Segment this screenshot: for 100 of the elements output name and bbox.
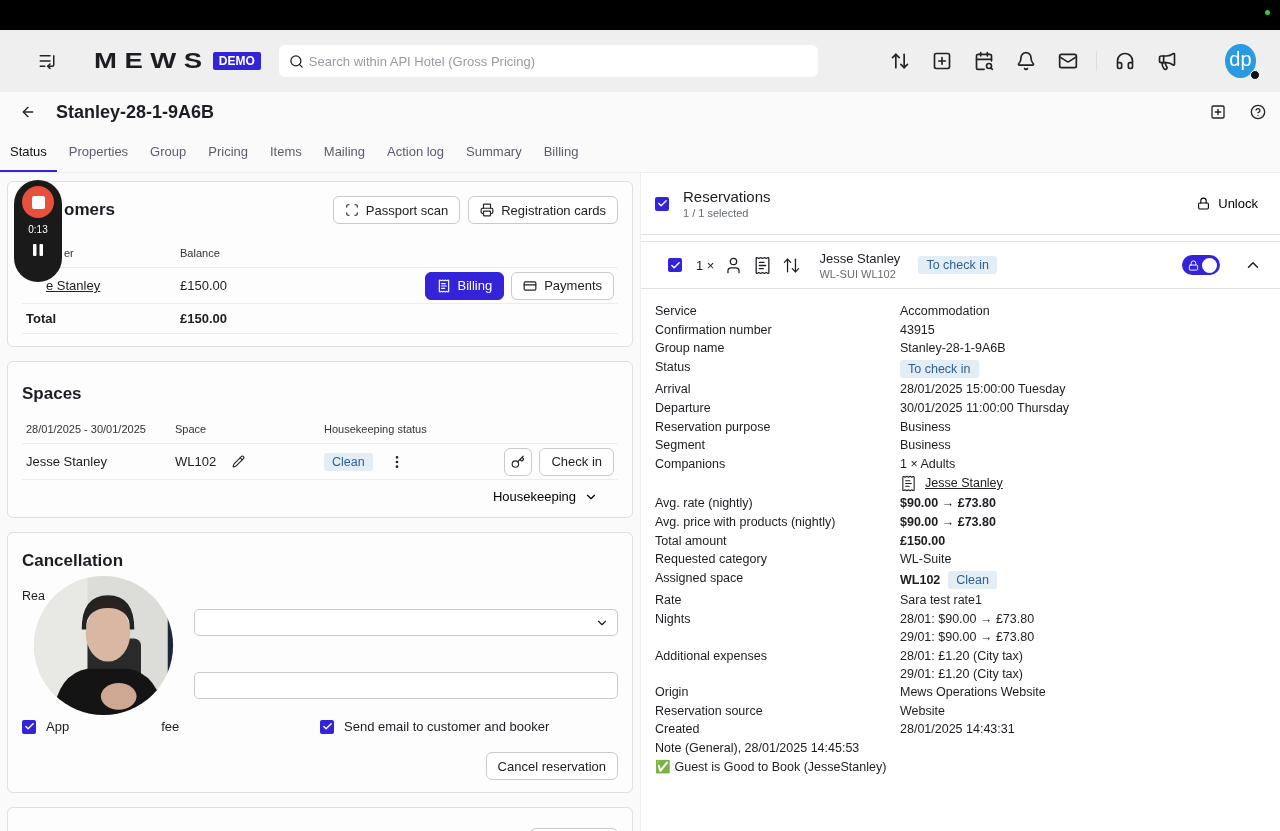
detail-label: Service xyxy=(655,304,698,318)
total-label: Total xyxy=(26,311,58,326)
tab[interactable]: Action log xyxy=(377,132,455,172)
field-label: Rea xyxy=(22,589,45,603)
detail-label: Additional expenses xyxy=(655,648,768,665)
detail-label: Avg. price with products (nightly) xyxy=(655,514,837,529)
checkbox[interactable] xyxy=(655,196,669,211)
tab[interactable]: Summary xyxy=(456,132,532,172)
checkbox[interactable] xyxy=(668,258,682,272)
billing-button[interactable]: Billing xyxy=(424,271,505,300)
detail-value: 29/01: £1.20 (City tax) xyxy=(900,666,1023,681)
status-dot xyxy=(1265,10,1270,15)
detail-label: Segment xyxy=(655,438,707,453)
table-cell-text: Jesse Stanley xyxy=(26,454,108,469)
card-icon xyxy=(523,278,538,293)
stop-button[interactable] xyxy=(22,186,54,218)
detail-value: 29/01: $90.00 → £73.80 xyxy=(900,629,1035,644)
key-icon xyxy=(511,454,526,469)
total-value: £150.00 xyxy=(180,311,228,326)
page-title: Stanley-28-1-9A6B xyxy=(56,101,216,123)
table-cell: WL102 xyxy=(175,454,217,469)
card-title: Cancellation xyxy=(22,551,124,571)
tab[interactable]: Properties xyxy=(58,132,139,172)
detail-label: Created xyxy=(655,722,701,737)
check-in-button[interactable]: Check in xyxy=(539,447,614,476)
note-text: ✅ Guest is Good to Book (JesseStanley) xyxy=(655,759,888,775)
detail-value: 28/01/2025 14:43:31 xyxy=(900,722,1015,737)
lock-icon xyxy=(1188,259,1199,271)
unlock-button[interactable]: Unlock xyxy=(1191,195,1264,212)
detail-value: Website xyxy=(900,703,945,718)
detail-value: $90.00 → £73.80 xyxy=(900,514,996,529)
tab[interactable]: Billing xyxy=(533,132,589,172)
detail-label: Departure xyxy=(655,400,712,415)
detail-value: Business xyxy=(900,438,951,453)
detail-value: 28/01: £1.20 (City tax) xyxy=(900,648,1023,663)
detail-label: Assigned space xyxy=(655,570,745,587)
guest-link[interactable]: Jesse Stanley xyxy=(925,476,1003,491)
tab[interactable]: Status xyxy=(0,132,57,172)
detail-label: Origin xyxy=(655,685,690,700)
checkbox-label: fee xyxy=(161,719,180,734)
receipt-icon xyxy=(436,278,451,293)
checkbox-label: Send email to customer and booker xyxy=(344,719,550,734)
detail-label: Requested category xyxy=(655,552,768,567)
key-button[interactable] xyxy=(504,447,533,476)
detail-label: Avg. rate (nightly) xyxy=(655,496,754,511)
column-header: Balance xyxy=(180,246,220,259)
detail-label: Status xyxy=(655,359,692,376)
detail-value: Sara test rate1 xyxy=(900,593,982,608)
column-header: Space xyxy=(175,422,207,435)
housekeeping-menu[interactable]: Housekeeping xyxy=(486,488,604,505)
column-header: er xyxy=(64,246,74,259)
recording-time: 0:13 xyxy=(28,224,48,235)
guest-name: Jesse Stanley xyxy=(819,250,901,266)
status-badge: Clean xyxy=(324,452,373,471)
tab[interactable]: Mailing xyxy=(313,132,375,172)
document-icon xyxy=(900,474,917,492)
detail-value: Stanley-28-1-9A6B xyxy=(900,341,1006,356)
detail-value: WL102 xyxy=(900,572,941,587)
detail-label: Rate xyxy=(655,593,683,608)
status-badge: To check in xyxy=(918,256,997,274)
passport-scan-button[interactable]: Passport scan xyxy=(332,196,461,224)
quantity: 1 × xyxy=(696,257,715,273)
selection-count: 1 / 1 selected xyxy=(683,207,750,219)
note-text: Note (General), 28/01/2025 14:45:53 xyxy=(655,740,861,755)
cancel-reservation-button[interactable]: Cancel reservation xyxy=(485,752,618,780)
search-field[interactable]: Search within API Hotel (Gross Pricing) xyxy=(278,45,818,77)
logo: MEWS xyxy=(94,48,211,74)
detail-label: Total amount xyxy=(655,533,728,548)
registration-cards-button[interactable]: Registration cards xyxy=(468,196,618,224)
detail-label: Reservation purpose xyxy=(655,419,772,434)
tab[interactable]: Items xyxy=(260,132,312,172)
status-badge: To check in xyxy=(900,359,979,378)
status-badge: Clean xyxy=(948,570,997,589)
detail-value: WL-Suite xyxy=(900,552,952,567)
detail-value: Mews Operations Website xyxy=(900,685,1046,700)
space-code: WL-SUI WL102 xyxy=(819,267,897,280)
detail-value: Business xyxy=(900,419,951,434)
lock-toggle[interactable] xyxy=(1182,255,1220,275)
payments-button[interactable]: Payments xyxy=(511,271,614,300)
section-title: Reservations xyxy=(683,188,772,205)
tab[interactable]: Group xyxy=(140,132,197,172)
search-icon xyxy=(288,54,304,69)
detail-label: Arrival xyxy=(655,382,692,397)
customer-link[interactable]: e Stanley xyxy=(46,278,101,293)
checkbox[interactable] xyxy=(22,719,36,734)
input-field[interactable] xyxy=(194,672,618,699)
scan-icon xyxy=(344,203,359,217)
checkbox[interactable] xyxy=(320,719,334,734)
demo-badge: DEMO xyxy=(212,52,261,70)
column-header: Housekeeping status xyxy=(324,422,427,435)
pause-icon[interactable] xyxy=(30,241,46,259)
detail-value: Accommodation xyxy=(900,304,990,318)
column-header: 28/01/2025 - 30/01/2025 xyxy=(26,422,146,435)
lock-icon xyxy=(1197,197,1211,210)
detail-label: Nights xyxy=(655,611,692,628)
detail-label: Companions xyxy=(655,456,727,473)
detail-label: Group name xyxy=(655,341,726,356)
table-cell-text: £150.00 xyxy=(180,278,228,293)
detail-value: 28/01/2025 15:00:00 Tuesday xyxy=(900,382,1066,397)
tab[interactable]: Pricing xyxy=(198,132,258,172)
